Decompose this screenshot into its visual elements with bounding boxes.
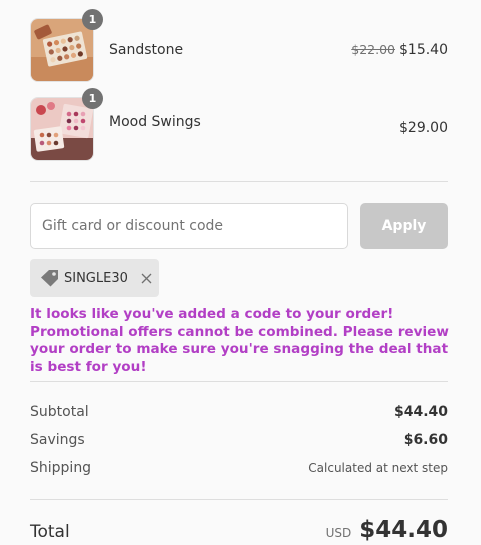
divider bbox=[30, 181, 448, 182]
remove-code-icon[interactable] bbox=[140, 271, 154, 285]
total-label: Total bbox=[30, 522, 70, 542]
product-price: $22.00 $15.40 bbox=[351, 42, 448, 58]
savings-value: $6.60 bbox=[403, 432, 448, 448]
divider bbox=[30, 499, 448, 500]
shipping-row: Shipping Calculated at next step bbox=[30, 460, 448, 476]
tag-icon bbox=[40, 268, 60, 288]
discount-code-input[interactable] bbox=[30, 203, 348, 249]
savings-row: Savings $6.60 bbox=[30, 432, 448, 448]
total-price: USD $44.40 bbox=[326, 517, 448, 543]
total-currency: USD bbox=[325, 526, 352, 540]
product-image bbox=[31, 98, 93, 160]
quantity-badge: 1 bbox=[82, 88, 103, 109]
cart-item: 1 Mood Swings $29.00 bbox=[30, 88, 448, 161]
product-thumbnail: 1 bbox=[30, 9, 103, 82]
promo-warning-message: It looks like you've added a code to you… bbox=[30, 306, 449, 375]
total-amount: $44.40 bbox=[359, 517, 448, 543]
divider bbox=[30, 381, 448, 382]
product-price: $29.00 bbox=[399, 120, 448, 136]
shipping-label: Shipping bbox=[30, 460, 92, 476]
shipping-value: Calculated at next step bbox=[308, 461, 448, 475]
applied-discount-tag: SINGLE30 bbox=[30, 259, 159, 297]
total-row: Total USD $44.40 bbox=[30, 517, 448, 543]
product-name: Sandstone bbox=[109, 42, 184, 58]
product-name: Mood Swings bbox=[109, 114, 201, 130]
sale-price: $15.40 bbox=[399, 42, 448, 58]
subtotal-row: Subtotal $44.40 bbox=[30, 404, 448, 420]
product-image bbox=[31, 19, 93, 81]
apply-button[interactable]: Apply bbox=[360, 203, 448, 249]
subtotal-label: Subtotal bbox=[30, 404, 89, 420]
applied-code-label: SINGLE30 bbox=[64, 270, 128, 286]
savings-label: Savings bbox=[30, 432, 85, 448]
product-thumbnail: 1 bbox=[30, 88, 103, 161]
quantity-badge: 1 bbox=[82, 9, 103, 30]
original-price: $22.00 bbox=[351, 42, 395, 57]
subtotal-value: $44.40 bbox=[393, 404, 448, 420]
cart-item: 1 Sandstone $22.00 $15.40 bbox=[30, 9, 448, 82]
